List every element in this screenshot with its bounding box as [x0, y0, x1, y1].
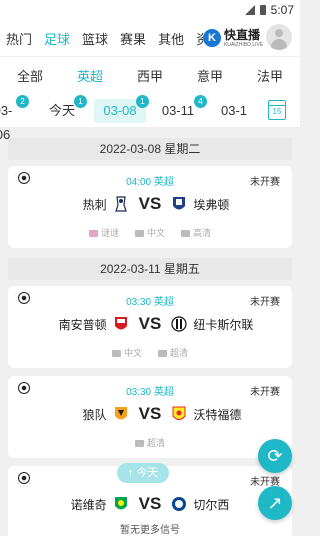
refresh-icon: ⟳	[267, 446, 283, 466]
date-item[interactable]: 03-06 2	[0, 95, 29, 142]
norwich-crest-icon	[114, 497, 127, 510]
away-team: 埃弗顿	[193, 197, 230, 212]
date-item[interactable]: 03-11 4	[158, 95, 207, 123]
wolves-crest-icon	[114, 407, 127, 420]
battery-icon	[259, 5, 266, 15]
stream-link[interactable]: 中文	[111, 346, 142, 359]
stream-label: 谜谜	[100, 228, 119, 238]
stream-link[interactable]: 超清	[158, 346, 188, 359]
date-item[interactable]: 03-1	[220, 99, 248, 123]
date-strip: 03-06 2 今天 1 03-08 1 03-11 4 03-1 15	[0, 94, 300, 142]
brand-title: 快直播	[224, 27, 261, 42]
stream-label: 超清	[146, 438, 165, 448]
date-badge: 2	[16, 95, 29, 108]
avatar-head-icon	[275, 29, 283, 37]
brand-subtitle: KUAIZHIBO.LIVE	[224, 41, 264, 48]
football-icon	[18, 472, 30, 484]
stream-label: 中文	[123, 348, 142, 358]
home-team: 诺维奇	[70, 497, 107, 512]
share-button[interactable]: ↗	[258, 486, 292, 520]
away-team: 沃特福德	[193, 407, 242, 422]
tab-football[interactable]: 足球	[38, 29, 76, 48]
vs-label: VS	[138, 404, 162, 423]
arrow-up-icon: ↑	[127, 467, 137, 479]
share-icon: ↗	[267, 493, 283, 513]
tv-icon	[181, 230, 190, 238]
vs-label: VS	[138, 194, 162, 213]
league-all[interactable]: 全部	[0, 66, 60, 85]
southampton-crest-icon	[114, 317, 127, 330]
today-label: 今天	[136, 467, 159, 479]
league-ligue1[interactable]: 法甲	[240, 66, 300, 85]
vs-label: VS	[138, 314, 162, 333]
stream-link[interactable]: 高清	[181, 226, 211, 239]
league-laliga[interactable]: 西甲	[120, 66, 180, 85]
home-team: 狼队	[82, 407, 107, 422]
avatar[interactable]	[266, 24, 292, 50]
stream-link[interactable]: 谜谜	[88, 226, 119, 239]
stream-label: 中文	[146, 228, 165, 238]
home-team: 南安普顿	[58, 317, 107, 332]
stream-link[interactable]: 超清	[134, 436, 165, 449]
date-badge: 1	[136, 95, 149, 108]
tv-icon	[158, 350, 167, 358]
stream-links: 谜谜 中文 高清	[8, 226, 292, 239]
no-more-signal: 暂无更多信号	[120, 525, 180, 536]
brand-logo: K 快直播 KUAIZHIBO.LIVE	[203, 22, 267, 54]
date-label: 今天	[48, 103, 75, 118]
calendar-icon[interactable]: 15	[268, 100, 286, 120]
tottenham-crest-icon	[114, 196, 127, 212]
signal-icon	[244, 5, 255, 15]
match-card[interactable]: 03:30 英超 未开赛 南安普顿 VS 纽卡斯尔联 中文 超清	[8, 286, 292, 368]
date-item[interactable]: 今天 1	[44, 95, 87, 123]
tab-hot[interactable]: 热门	[0, 29, 38, 48]
date-badge: 1	[74, 95, 87, 108]
tv-icon	[111, 350, 121, 358]
stream-links: 中文 超清	[8, 346, 292, 359]
everton-crest-icon	[173, 197, 186, 210]
today-button[interactable]: ↑ 今天	[117, 463, 169, 483]
stream-link[interactable]: 中文	[134, 226, 165, 239]
watford-crest-icon	[172, 406, 186, 420]
tv-icon	[88, 230, 98, 238]
league-tabs: 全部 英超 西甲 意甲 法甲	[0, 56, 300, 94]
tab-results[interactable]: 赛果	[114, 29, 152, 48]
tab-other[interactable]: 其他	[152, 29, 190, 48]
match-card[interactable]: 04:00 英超 未开赛 热刺 VS 埃弗顿 谜谜 中文 高清	[8, 166, 292, 248]
home-team: 热刺	[82, 197, 107, 212]
match-status: 未开赛	[250, 177, 280, 188]
refresh-button[interactable]: ⟳	[258, 439, 292, 473]
match-status: 未开赛	[250, 387, 280, 398]
date-label: 03-11	[161, 103, 195, 118]
group-date: 2022-03-08 星期二	[8, 138, 292, 160]
clock: 5:07	[270, 3, 294, 17]
tv-icon	[134, 440, 144, 448]
date-badge: 4	[194, 95, 207, 108]
brand-mark-icon: K	[203, 29, 221, 47]
group-date: 2022-03-11 星期五	[8, 258, 292, 280]
tv-icon	[134, 230, 144, 238]
date-label: 03-08	[103, 103, 137, 118]
chelsea-crest-icon	[172, 497, 187, 511]
stream-links: 超清	[8, 436, 292, 449]
avatar-body-icon	[271, 39, 287, 50]
stream-label: 高清	[193, 228, 212, 238]
status-bar: 5:07	[0, 0, 300, 20]
date-label: 03-1	[220, 103, 248, 118]
match-card[interactable]: 03:30 英超 未开赛 狼队 VS 沃特福德 超清	[8, 376, 292, 458]
league-premier[interactable]: 英超	[60, 66, 120, 85]
league-seriea[interactable]: 意甲	[180, 66, 240, 85]
tab-basketball[interactable]: 篮球	[76, 29, 114, 48]
match-status: 未开赛	[250, 297, 280, 308]
date-item-selected[interactable]: 03-08 1	[94, 95, 149, 123]
away-team: 纽卡斯尔联	[193, 317, 254, 332]
vs-label: VS	[138, 494, 162, 513]
newcastle-crest-icon	[171, 316, 187, 332]
top-nav: 热门 足球 篮球 赛果 其他 资讯 K 快直播 KUAIZHIBO.LIVE	[0, 20, 300, 56]
stream-label: 超清	[170, 348, 189, 358]
